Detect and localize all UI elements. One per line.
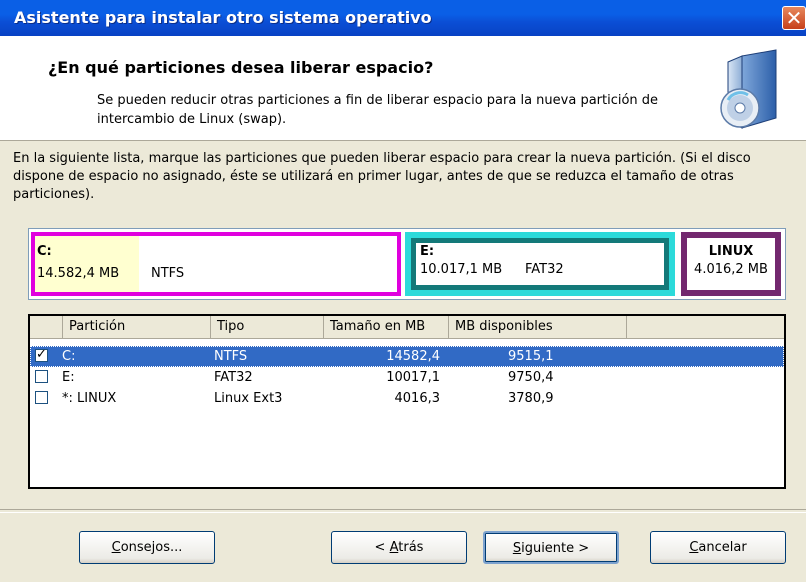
partition-list[interactable]: Partición Tipo Tamaño en MB MB disponibl…: [28, 314, 786, 489]
disk-segment-c[interactable]: C: 14.582,4 MB NTFS: [31, 232, 401, 296]
partition-size: 14582,4: [386, 349, 440, 364]
cancel-button[interactable]: Cancelar: [650, 531, 786, 564]
segment-label: LINUX: [708, 244, 754, 259]
window-title: Asistente para instalar otro sistema ope…: [14, 8, 432, 27]
partition-checkbox[interactable]: [35, 370, 48, 383]
partition-name: E:: [62, 370, 75, 385]
partition-size: 10017,1: [386, 370, 440, 385]
list-header: Partición Tipo Tamaño en MB MB disponibl…: [30, 316, 784, 339]
back-prefix: <: [374, 540, 390, 555]
back-button[interactable]: < Atrás: [331, 531, 467, 564]
table-row[interactable]: C: NTFS 14582,4 9515,1: [30, 346, 784, 367]
page-subtext: Se pueden reducir otras particiones a fi…: [97, 93, 659, 127]
segment-size: 10.017,1 MB: [420, 262, 503, 277]
column-header-available[interactable]: MB disponibles: [449, 316, 627, 338]
column-header-partition[interactable]: Partición: [63, 316, 211, 338]
segment-fs: NTFS: [151, 266, 185, 281]
next-mnemonic: S: [512, 541, 522, 556]
partition-available: 9750,4: [508, 370, 554, 385]
instructions-text: En la siguiente lista, marque las partic…: [13, 151, 751, 202]
next-label: iguiente >: [521, 541, 590, 556]
disk-segment-e[interactable]: E: 10.017,1 MB FAT32: [405, 232, 675, 296]
disk-segment-linux[interactable]: LINUX 4.016,2 MB: [681, 232, 781, 296]
partition-available: 3780,9: [508, 391, 554, 406]
tips-button[interactable]: Consejos...: [79, 531, 215, 564]
table-row[interactable]: E: FAT32 10017,1 9750,4: [30, 367, 784, 388]
segment-size: 4.016,2 MB: [694, 262, 768, 277]
segment-fs: FAT32: [525, 262, 564, 277]
partition-size: 4016,3: [394, 391, 441, 406]
wizard-header: ¿En qué particiones desea liberar espaci…: [0, 36, 806, 141]
column-header-type[interactable]: Tipo: [211, 316, 324, 338]
title-bar: Asistente para instalar otro sistema ope…: [0, 0, 806, 36]
partition-name: C:: [62, 349, 76, 364]
segment-size: 14.582,4 MB: [37, 266, 120, 281]
page-heading: ¿En qué particiones desea liberar espaci…: [48, 58, 434, 77]
partition-type: FAT32: [214, 370, 253, 385]
column-header-size[interactable]: Tamaño en MB: [324, 316, 449, 338]
segment-label: E:: [420, 244, 435, 259]
back-label: trás: [398, 540, 424, 555]
tips-label: onsejos...: [120, 540, 183, 555]
table-row[interactable]: *: LINUX Linux Ext3 4016,3 3780,9: [30, 388, 784, 409]
cancel-label: ancelar: [698, 540, 747, 555]
partition-type: NTFS: [214, 349, 248, 364]
partition-checkbox[interactable]: [35, 391, 48, 404]
next-button[interactable]: Siguiente >: [483, 531, 619, 564]
partition-type: Linux Ext3: [214, 391, 283, 406]
partition-available: 9515,1: [508, 349, 554, 364]
back-mnemonic: A: [389, 540, 399, 555]
install-disc-icon: [720, 49, 777, 129]
column-header-empty: [627, 316, 784, 338]
footer-divider: [0, 509, 806, 513]
close-button[interactable]: ✕: [782, 6, 806, 30]
segment-label: C:: [37, 244, 52, 259]
partition-name: *: LINUX: [62, 391, 117, 406]
disk-map: C: 14.582,4 MB NTFS E: 10.017,1 MB FAT32…: [28, 228, 786, 300]
partition-checkbox[interactable]: [35, 347, 48, 362]
column-header-check[interactable]: [30, 316, 63, 338]
tips-mnemonic: C: [111, 540, 121, 555]
